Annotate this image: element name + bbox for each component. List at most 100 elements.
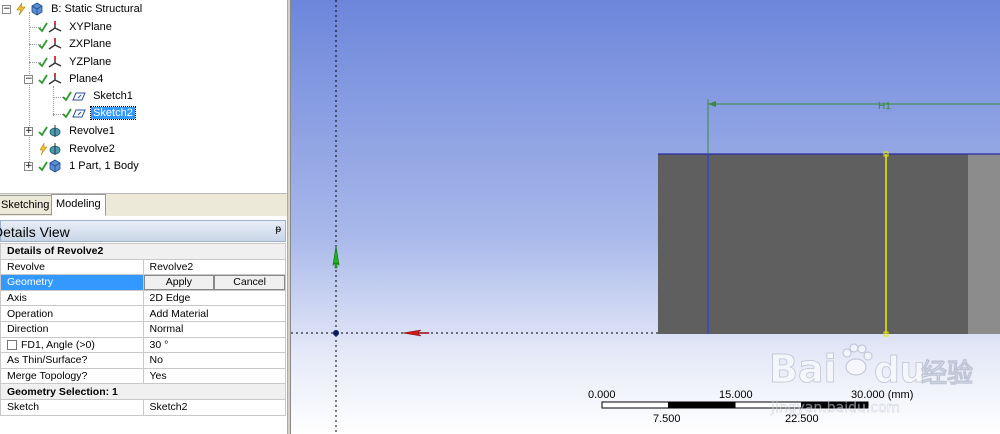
details-view-title: Details View <box>0 224 70 240</box>
detail-row: As Thin/Surface? No <box>0 352 286 369</box>
checkmark-icon <box>38 161 48 172</box>
tree-item-label: Plane4 <box>69 73 104 85</box>
bolt-icon <box>16 2 26 16</box>
row-label: Geometry <box>0 274 144 291</box>
row-value[interactable]: Normal <box>142 320 286 338</box>
details-view-header: Details View ᵽ <box>0 220 286 242</box>
row-value[interactable]: Add Material <box>142 305 286 322</box>
tab-bar: Sketching Modeling <box>0 193 288 216</box>
row-label: Direction <box>0 320 144 338</box>
tree-item-label: ZXPlane <box>69 38 112 50</box>
detail-row-geometry: Geometry Apply Cancel <box>0 274 286 291</box>
row-value[interactable]: Sketch2 <box>142 398 286 416</box>
cube-icon <box>31 2 43 16</box>
row-value[interactable]: Revolve2 <box>142 258 286 276</box>
scale-label: 15.000 <box>719 389 753 401</box>
collapse-toggle[interactable]: − <box>24 75 33 84</box>
checkmark-icon <box>62 91 72 102</box>
tree-item-revolve1[interactable]: Revolve1 <box>38 123 117 139</box>
pin-icon[interactable]: ᵽ <box>275 224 281 235</box>
tree-item-sketch1[interactable]: Sketch1 <box>62 88 135 104</box>
sketch-icon <box>72 92 86 101</box>
scene: H1 0.000 15.000 30.000 (mm) 7.500 22.500… <box>291 0 1000 434</box>
tree-item-label: Revolve2 <box>69 143 115 155</box>
row-label: Merge Topology? <box>0 367 144 385</box>
scale-bar-segment <box>668 402 735 408</box>
tab-sketching[interactable]: Sketching <box>0 195 55 215</box>
checkmark-icon <box>38 126 48 137</box>
plane-axis-icon <box>48 56 62 68</box>
tree-root-label: B: Static Structural <box>51 3 143 15</box>
row-value[interactable]: 2D Edge <box>142 289 286 307</box>
row-label: Sketch <box>0 398 144 416</box>
tree-item-label: 1 Part, 1 Body <box>69 160 139 172</box>
collapse-toggle[interactable]: − <box>2 5 11 14</box>
tree-item-xyplane[interactable]: XYPlane <box>38 19 114 35</box>
tree-item-parts[interactable]: 1 Part, 1 Body <box>38 158 141 174</box>
checkmark-icon <box>38 39 48 50</box>
paw-icon <box>842 343 873 376</box>
plane-axis-icon <box>48 73 62 85</box>
tree-item-zxplane[interactable]: ZXPlane <box>38 36 113 52</box>
sketch-icon <box>72 109 86 118</box>
body-icon <box>49 159 61 173</box>
expand-toggle[interactable]: + <box>24 162 33 171</box>
detail-row: FD1, Angle (>0) 30 ° <box>0 336 286 354</box>
row-label: FD1, Angle (>0) <box>21 338 95 351</box>
tree-item-plane4[interactable]: Plane4 <box>38 71 105 87</box>
row-value[interactable]: Yes <box>142 367 286 385</box>
bolt-status-icon <box>39 143 48 156</box>
tree-root[interactable]: B: Static Structural <box>14 1 144 17</box>
geometry-buttons: Apply Cancel <box>142 274 286 291</box>
body-face <box>658 154 978 334</box>
row-value[interactable]: 30 ° <box>142 336 286 354</box>
detail-row: Operation Add Material <box>0 305 286 322</box>
expand-toggle[interactable]: + <box>24 127 33 136</box>
watermark-url: jingyan.baidu.com <box>770 400 900 416</box>
tree-connector <box>29 12 30 168</box>
detail-row: Sketch Sketch2 <box>0 398 286 416</box>
body-side-face <box>968 154 1000 334</box>
revolve-icon <box>49 125 61 138</box>
cancel-button[interactable]: Cancel <box>214 275 285 290</box>
scale-label: 7.500 <box>653 413 681 425</box>
parameter-checkbox[interactable] <box>7 340 17 351</box>
tree-item-label: XYPlane <box>69 21 112 33</box>
checkmark-icon <box>38 74 48 85</box>
tree-item-sketch2[interactable]: Sketch2 <box>62 105 136 121</box>
feature-tree: − B: Static Structural XYPlane ZXPlane Y… <box>0 0 288 192</box>
tree-connector <box>53 86 54 116</box>
graphics-viewport[interactable]: H1 0.000 15.000 30.000 (mm) 7.500 22.500… <box>291 0 1000 434</box>
watermark-cn: 经验 <box>921 358 973 389</box>
group-header: Details of Revolve2 <box>0 243 286 260</box>
tab-modeling[interactable]: Modeling <box>51 194 106 216</box>
watermark-brand: Bai <box>769 347 837 391</box>
group-header: Geometry Selection: 1 <box>0 383 286 400</box>
detail-row: Axis 2D Edge <box>0 289 286 307</box>
tree-item-label: Sketch2 <box>90 106 136 120</box>
checkmark-icon <box>38 57 48 68</box>
row-label-with-checkbox: FD1, Angle (>0) <box>0 336 144 354</box>
checkmark-icon <box>38 22 48 33</box>
left-panel: − B: Static Structural XYPlane ZXPlane Y… <box>0 0 288 434</box>
row-value[interactable]: No <box>142 352 286 369</box>
apply-button[interactable]: Apply <box>143 275 215 290</box>
x-axis-arrow-icon <box>402 329 430 337</box>
plane-axis-icon <box>48 38 62 50</box>
detail-row: Direction Normal <box>0 320 286 338</box>
y-axis-arrow-icon <box>332 245 340 269</box>
detail-row: Merge Topology? Yes <box>0 367 286 385</box>
row-label: Axis <box>0 289 144 307</box>
origin-point <box>333 330 339 336</box>
tree-item-revolve2[interactable]: Revolve2 <box>38 141 117 157</box>
details-table: Details of Revolve2 Revolve Revolve2 Geo… <box>0 243 286 416</box>
dimension-arrow-icon <box>708 101 716 107</box>
tree-item-yzplane[interactable]: YZPlane <box>38 54 113 70</box>
revolve-icon <box>49 143 61 156</box>
baidu-watermark: Bai du 经验 jingyan.baidu.com <box>769 343 973 416</box>
dimension-label: H1 <box>878 101 891 112</box>
scale-label: 0.000 <box>588 389 616 401</box>
tree-item-label: Revolve1 <box>69 125 115 137</box>
watermark-brand: du <box>874 350 925 391</box>
row-label: As Thin/Surface? <box>0 352 144 369</box>
